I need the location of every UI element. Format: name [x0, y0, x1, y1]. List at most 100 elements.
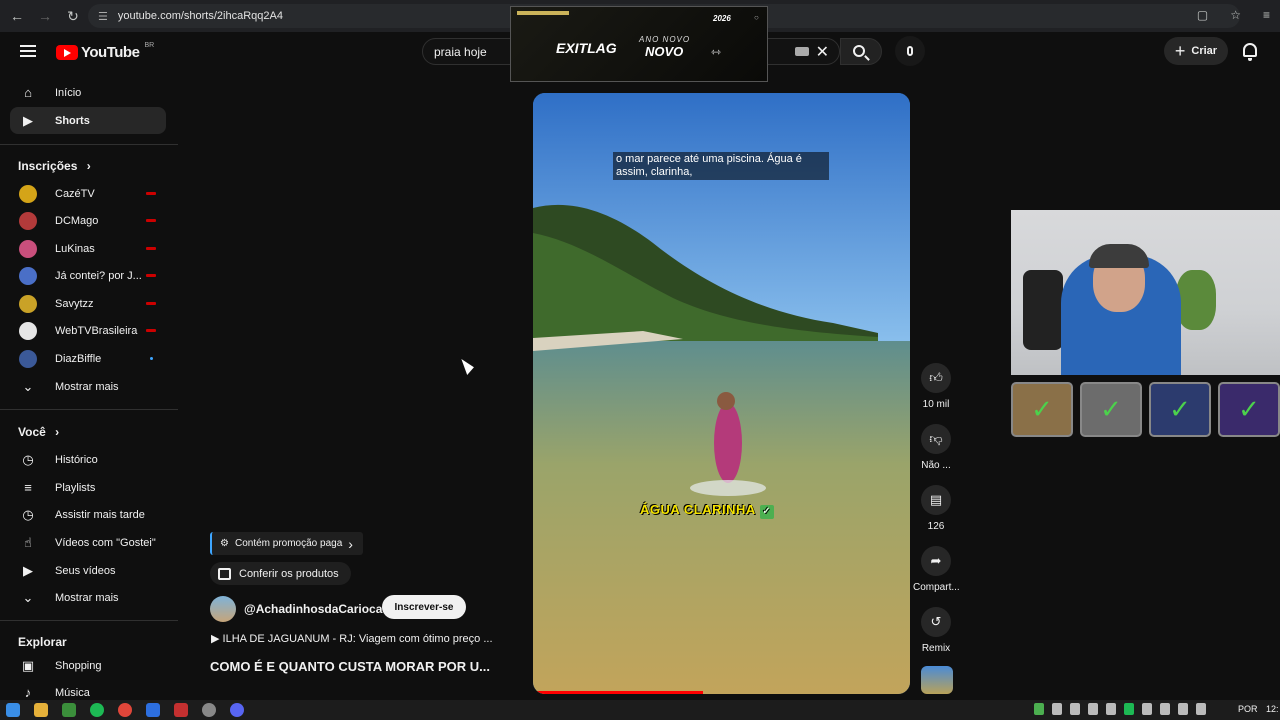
- windows-start-icon[interactable]: [6, 703, 20, 717]
- view-products-button[interactable]: Conferir os produtos: [210, 562, 351, 585]
- notifications-bell-icon[interactable]: [1243, 43, 1257, 61]
- tray-icon[interactable]: [1070, 703, 1080, 715]
- tray-icon[interactable]: [1160, 703, 1170, 715]
- country-code: BR: [144, 42, 155, 49]
- comment-icon: ▤: [921, 485, 951, 515]
- tray-icon[interactable]: [1088, 703, 1098, 715]
- back-icon[interactable]: ←: [10, 8, 24, 24]
- search-button[interactable]: [840, 38, 882, 65]
- sidebar-item-label: Seus vídeos: [55, 564, 116, 577]
- sidebar-item-subscription[interactable]: LuKinas: [10, 235, 166, 262]
- keyboard-icon[interactable]: [795, 47, 809, 56]
- voice-search-button[interactable]: [895, 36, 925, 66]
- share-button[interactable]: ➦ Compart...: [913, 546, 960, 593]
- ad-close-icon[interactable]: ○: [754, 13, 759, 22]
- show-more-you[interactable]: ⌄ Mostrar mais: [10, 584, 166, 611]
- checklist-tile: ✓: [1011, 382, 1073, 437]
- ad-decoration: [517, 11, 569, 15]
- sidebar-item-your-videos[interactable]: ▶ Seus vídeos: [10, 557, 166, 584]
- tray-icon[interactable]: [1034, 703, 1044, 715]
- show-more-subscriptions[interactable]: ⌄ Mostrar mais: [10, 373, 166, 400]
- chevron-down-icon: ⌄: [22, 589, 34, 605]
- sidebar-item-subscription[interactable]: Já contei? por J...: [10, 262, 166, 289]
- app-icon[interactable]: [202, 703, 216, 717]
- clear-search-icon[interactable]: ✕: [816, 42, 829, 62]
- sidebar-item-subscription[interactable]: DCMago: [10, 207, 166, 234]
- video-overlay-text: ÁGUA CLARINHA ✓: [640, 502, 774, 519]
- chevron-right-icon: ›: [86, 159, 91, 173]
- create-button[interactable]: + Criar: [1164, 37, 1228, 65]
- search-icon: [853, 45, 865, 57]
- sound-thumbnail[interactable]: [921, 666, 953, 694]
- app-icon[interactable]: [146, 703, 160, 717]
- site-info-icon[interactable]: ☰: [98, 10, 108, 23]
- sidebar-item-history[interactable]: ◷ Histórico: [10, 446, 166, 473]
- avatar[interactable]: [210, 596, 236, 622]
- ad-banner[interactable]: EXITLAG ANO NOVO NOVO 2026 ⇿ ○: [510, 6, 768, 82]
- live-indicator-icon: [146, 329, 156, 332]
- tray-icon[interactable]: [1106, 703, 1116, 715]
- network-icon[interactable]: [1178, 703, 1188, 715]
- tray-icon[interactable]: [1124, 703, 1134, 715]
- comment-count: 126: [927, 521, 945, 532]
- channel-name[interactable]: @AchadinhosdaCarioca: [244, 602, 382, 616]
- dislike-button[interactable]: 👎︎ Não ...: [913, 424, 959, 471]
- remix-icon: ↺: [921, 607, 951, 637]
- reading-list-icon[interactable]: ≡: [1263, 8, 1270, 22]
- shorts-video-player[interactable]: o mar parece até uma piscina. Água é ass…: [533, 93, 910, 694]
- discord-icon[interactable]: [230, 703, 244, 717]
- sidebar-item-subscription[interactable]: Savytzz: [10, 290, 166, 317]
- input-language[interactable]: POR: [1238, 704, 1258, 714]
- playlist-link[interactable]: ▶ ILHA DE JAGUANUM - RJ: Viagem com ótim…: [211, 632, 493, 645]
- ad-mark-icon: ⇿: [711, 45, 722, 59]
- share-label: Compart...: [913, 582, 960, 593]
- sidebar-item-subscription[interactable]: CazéTV: [10, 180, 166, 207]
- channel-info[interactable]: @AchadinhosdaCarioca: [210, 596, 382, 622]
- sidebar-item-subscription[interactable]: DiazBiffle: [10, 345, 166, 372]
- shopping-icon: ▣: [21, 657, 35, 673]
- volume-icon[interactable]: [1196, 703, 1206, 715]
- home-icon: ⌂: [24, 85, 32, 100]
- video-progress-bar[interactable]: [533, 691, 703, 694]
- sidebar-item-shorts[interactable]: ▶ Shorts: [10, 107, 166, 134]
- news-icon[interactable]: [174, 703, 188, 717]
- sidebar-item-shopping[interactable]: ▣ Shopping: [10, 652, 166, 679]
- video-caption: o mar parece até uma piscina. Água é ass…: [613, 152, 829, 180]
- checklist-tile: ✓: [1149, 382, 1211, 437]
- app-icon[interactable]: [62, 703, 76, 717]
- comments-button[interactable]: ▤ 126: [913, 485, 959, 532]
- forward-icon[interactable]: →: [38, 8, 52, 24]
- install-app-icon[interactable]: ▢: [1197, 8, 1208, 22]
- clock[interactable]: 12:: [1266, 704, 1279, 714]
- sidebar-item-home[interactable]: ⌂ Início: [10, 79, 166, 106]
- video-title[interactable]: COMO É E QUANTO CUSTA MORAR POR U...: [210, 659, 490, 674]
- youtube-logo[interactable]: YouTube BR: [56, 42, 155, 61]
- subscribe-button[interactable]: Inscrever-se: [382, 595, 466, 619]
- tray-icon[interactable]: [1142, 703, 1152, 715]
- remix-button[interactable]: ↺ Remix: [913, 607, 959, 654]
- sidebar: ⌂ Início ▶ Shorts Inscrições › CazéTV DC…: [0, 78, 178, 700]
- paid-promotion-badge[interactable]: ⚙ Contém promoção paga ›: [210, 532, 363, 555]
- tray-icon[interactable]: [1052, 703, 1062, 715]
- sidebar-item-label: Música: [55, 686, 90, 699]
- sidebar-item-label: Shopping: [55, 659, 102, 672]
- menu-icon[interactable]: [20, 45, 36, 57]
- chrome-icon[interactable]: [118, 703, 132, 717]
- subscriptions-title[interactable]: Inscrições ›: [18, 159, 91, 173]
- subscriptions-title-text: Inscrições: [18, 159, 78, 173]
- sidebar-item-watch-later[interactable]: ◷ Assistir mais tarde: [10, 501, 166, 528]
- subscription-label: Já contei? por J...: [55, 269, 142, 282]
- you-title[interactable]: Você ›: [18, 425, 59, 439]
- avatar: [19, 294, 37, 313]
- sidebar-item-subscription[interactable]: WebTVBrasileira: [10, 317, 166, 344]
- chevron-down-icon: ⌄: [22, 378, 34, 394]
- sidebar-item-playlists[interactable]: ≡ Playlists: [10, 474, 166, 501]
- spotify-icon[interactable]: [90, 703, 104, 717]
- sidebar-item-liked-videos[interactable]: ☝ Vídeos com "Gostei": [10, 529, 166, 556]
- bookmark-star-icon[interactable]: ☆: [1230, 8, 1241, 22]
- mouse-cursor-icon: [461, 355, 476, 376]
- like-button[interactable]: 👍︎ 10 mil: [913, 363, 959, 410]
- share-icon: ➦: [921, 546, 951, 576]
- reload-icon[interactable]: ↻: [66, 8, 80, 25]
- file-explorer-icon[interactable]: [34, 703, 48, 717]
